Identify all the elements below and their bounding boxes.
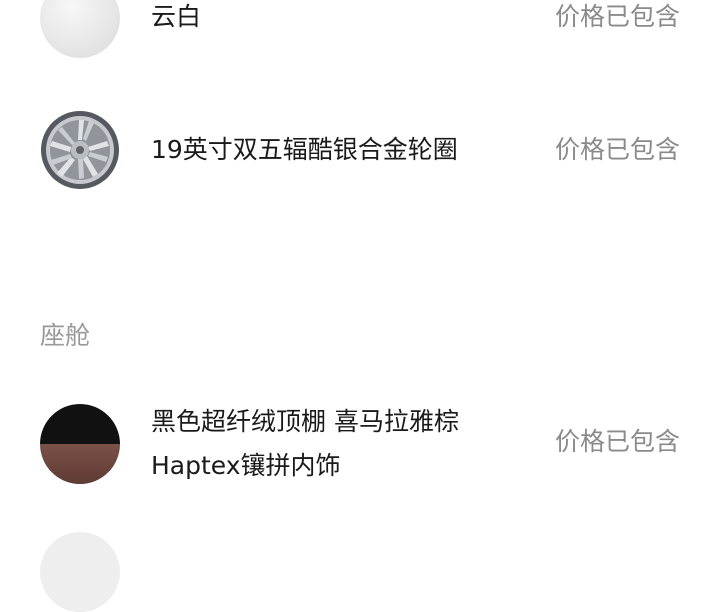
- option-name-line2: Haptex镶拼内饰: [151, 451, 341, 480]
- option-name-line1: 黑色超纤绒顶棚 喜马拉雅棕: [151, 407, 459, 436]
- option-price: 价格已包含: [554, 2, 680, 31]
- black-brown-interior-swatch-icon: [40, 404, 120, 484]
- alloy-wheel-icon: [40, 110, 120, 190]
- option-name: 云白: [151, 2, 202, 31]
- next-option-swatch-icon[interactable]: [40, 532, 120, 612]
- wheel-graphic: [41, 111, 119, 189]
- option-name: 19英寸双五辐酷银合金轮圈: [151, 135, 458, 164]
- section-title-cabin: 座舱: [40, 321, 91, 350]
- option-price: 价格已包含: [554, 427, 680, 456]
- option-price: 价格已包含: [554, 135, 680, 164]
- white-paint-swatch-icon: [40, 0, 120, 58]
